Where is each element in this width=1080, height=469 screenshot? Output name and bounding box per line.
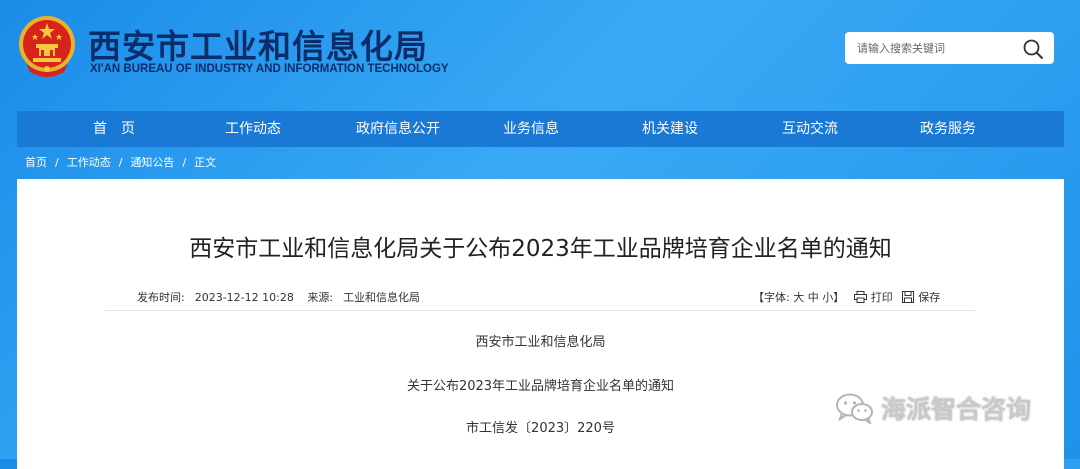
meta-divider bbox=[105, 310, 975, 311]
nav-item-org-building[interactable]: 机关建设 bbox=[630, 111, 710, 147]
print-label: 打印 bbox=[870, 291, 893, 304]
wechat-icon bbox=[836, 393, 873, 424]
article-tools: 【字体: 大 中 小】 打印 保存 bbox=[753, 289, 946, 305]
main-nav: 首 页 工作动态 政府信息公开 业务信息 机关建设 互动交流 政务服务 bbox=[17, 111, 1064, 147]
save-label: 保存 bbox=[918, 291, 941, 304]
site-header: 西安市工业和信息化局 XI'AN BUREAU OF INDUSTRY AND … bbox=[0, 0, 1080, 110]
nav-item-gov-info[interactable]: 政府信息公开 bbox=[343, 111, 453, 147]
source-value: 工业和信息化局 bbox=[343, 291, 421, 304]
breadcrumb-current: 正文 bbox=[194, 156, 217, 169]
breadcrumb-work-news[interactable]: 工作动态 bbox=[59, 156, 119, 169]
save-button[interactable]: 保存 bbox=[902, 291, 940, 304]
publish-time-label: 发布时间: bbox=[137, 291, 185, 304]
article-title: 西安市工业和信息化局关于公布2023年工业品牌培育企业名单的通知 bbox=[189, 236, 892, 262]
breadcrumb-home[interactable]: 首页 bbox=[17, 156, 55, 169]
print-button[interactable]: 打印 bbox=[853, 291, 897, 304]
national-emblem-icon[interactable] bbox=[18, 14, 76, 78]
nav-item-home[interactable]: 首 页 bbox=[79, 111, 149, 147]
nav-item-work-news[interactable]: 工作动态 bbox=[213, 111, 293, 147]
nav-item-business[interactable]: 业务信息 bbox=[491, 111, 571, 147]
breadcrumb-notices[interactable]: 通知公告 bbox=[122, 156, 182, 169]
nav-item-services[interactable]: 政务服务 bbox=[908, 111, 988, 147]
body-paragraph: 西安市工业和信息化局 bbox=[475, 335, 606, 350]
font-size-medium-button[interactable]: 中 bbox=[808, 291, 819, 304]
source-label: 来源: bbox=[307, 291, 334, 304]
print-icon bbox=[853, 291, 867, 303]
search-box bbox=[845, 32, 1054, 64]
article-meta: 发布时间: 2023-12-12 10:28 来源: 工业和信息化局 bbox=[137, 289, 430, 305]
save-icon bbox=[902, 291, 915, 303]
font-size-label: 【字体: bbox=[753, 291, 790, 304]
site-subtitle: XI'AN BUREAU OF INDUSTRY AND INFORMATION… bbox=[90, 63, 449, 75]
font-size-small-button[interactable]: 小】 bbox=[822, 291, 844, 304]
site-title: 西安市工业和信息化局 bbox=[88, 27, 428, 66]
search-icon[interactable] bbox=[1022, 38, 1044, 60]
watermark: 海派智合咨询 bbox=[835, 390, 1031, 430]
watermark-text: 海派智合咨询 bbox=[881, 395, 1032, 424]
font-size-large-button[interactable]: 大 bbox=[793, 291, 804, 304]
search-input[interactable] bbox=[857, 32, 1017, 64]
breadcrumb: 首页 / 工作动态 / 通知公告 / 正文 bbox=[17, 151, 224, 175]
nav-item-interaction[interactable]: 互动交流 bbox=[770, 111, 850, 147]
publish-time: 2023-12-12 10:28 bbox=[194, 291, 294, 304]
